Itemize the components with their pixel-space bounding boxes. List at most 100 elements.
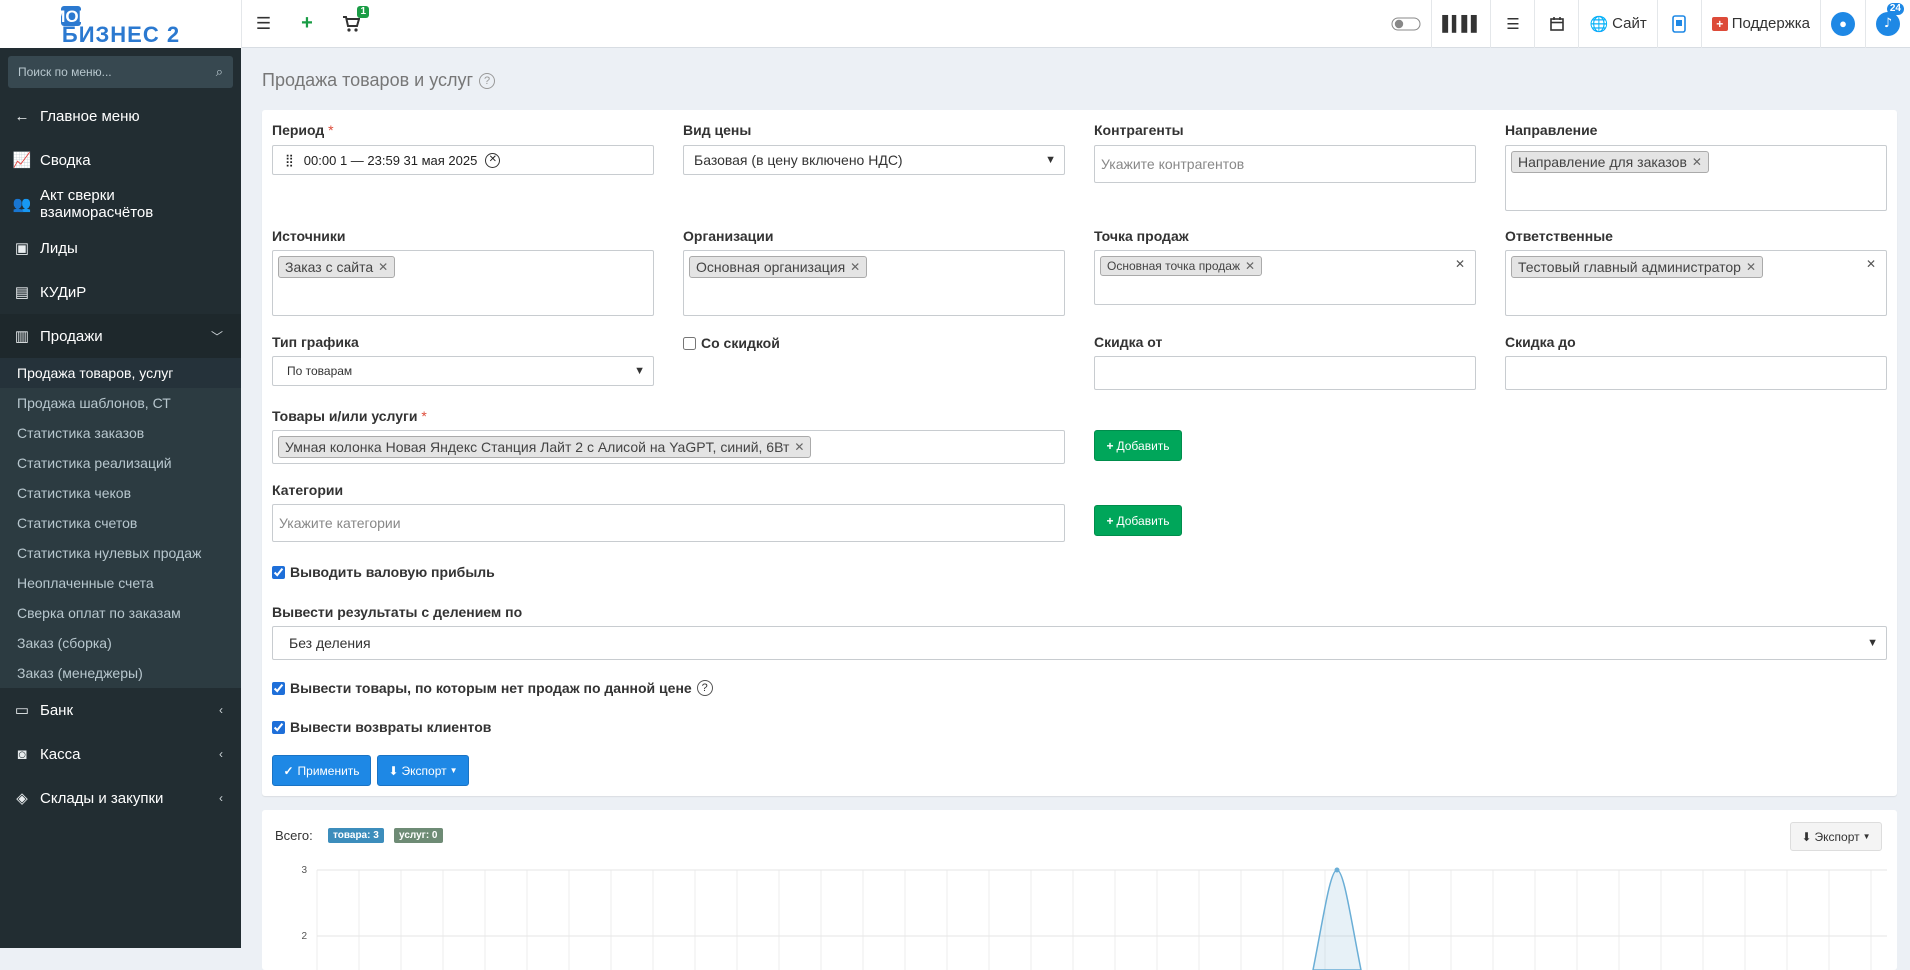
sidebar-item-warehouses[interactable]: ◈ Склады и закупки ‹	[0, 776, 241, 820]
remove-tag-icon[interactable]: ✕	[378, 260, 388, 274]
remove-tag-icon[interactable]: ✕	[1746, 260, 1756, 274]
submenu-item-receipt-stats[interactable]: Статистика чеков	[0, 478, 241, 508]
add-categories-button[interactable]: + Добавить	[1094, 505, 1182, 536]
split-label: Вывести результаты с делением по	[272, 604, 523, 620]
sources-tag: Заказ с сайта ✕	[278, 256, 396, 278]
remove-tag-icon[interactable]: ✕	[794, 440, 804, 454]
categories-input[interactable]: Укажите категории	[272, 504, 1065, 542]
point-tag: Основная точка продаж ✕	[1100, 256, 1263, 276]
returns-checkbox-input[interactable]	[272, 720, 285, 734]
period-field[interactable]: ⣿ 00:00 1 — 23:59 31 мая 2025 ✕	[272, 145, 654, 175]
add-categories-label: Добавить	[1116, 513, 1170, 528]
app-button[interactable]	[1656, 0, 1701, 48]
add-goods-button[interactable]: + Добавить	[1094, 430, 1182, 461]
barcode-button[interactable]: ▌▍▌▌	[1431, 0, 1490, 48]
sidebar-item-sales[interactable]: ▥ Продажи ﹀	[0, 314, 241, 358]
responsible-input[interactable]: Тестовый главный администратор ✕ ✕	[1505, 250, 1887, 316]
add-button[interactable]: +	[285, 0, 329, 48]
site-button[interactable]: 🌐 Сайт	[1578, 0, 1656, 48]
chart-type-select[interactable]: По товарам ▼	[272, 356, 654, 386]
gross-profit-label: Выводить валовую прибыль	[290, 564, 495, 580]
price-type-label: Вид цены	[683, 122, 752, 138]
submenu-item-template-sales[interactable]: Продажа шаблонов, СТ	[0, 388, 241, 418]
submenu-item-goods-sales[interactable]: Продажа товаров, услуг	[0, 358, 241, 388]
submenu-item-payment-reconciliation[interactable]: Сверка оплат по заказам	[0, 598, 241, 628]
plus-icon: +	[1106, 513, 1114, 528]
chevron-down-icon: ﹀	[210, 329, 223, 344]
sidebar-item-reconciliation[interactable]: 👥 Акт сверки взаиморасчётов	[0, 182, 241, 226]
counterparties-input[interactable]: Укажите контрагентов	[1094, 145, 1476, 183]
discount-checkbox[interactable]: Со скидкой	[683, 335, 780, 351]
calendar-button[interactable]	[1534, 0, 1578, 48]
services-count-badge: услуг: 0	[394, 828, 443, 843]
submenu-item-unpaid-invoices[interactable]: Неоплаченные счета	[0, 568, 241, 598]
discount-from-input[interactable]	[1094, 356, 1476, 390]
point-input[interactable]: Основная точка продаж ✕ ✕	[1094, 250, 1476, 305]
plus-icon: +	[301, 12, 313, 34]
chart-export-button[interactable]: ⬇ Экспорт ▼	[1790, 822, 1882, 851]
add-goods-label: Добавить	[1116, 438, 1170, 453]
sidebar-item-cash[interactable]: ◙ Касса ‹	[0, 732, 241, 776]
sidebar-item-kudir[interactable]: ▤ КУДиР	[0, 270, 241, 314]
submenu-item-invoice-stats[interactable]: Статистика счетов	[0, 508, 241, 538]
cart-button[interactable]: 1	[329, 0, 373, 48]
sidebar-search-input[interactable]	[18, 65, 188, 79]
user-button[interactable]: ●	[1820, 0, 1865, 48]
goods-input[interactable]: Умная колонка Новая Яндекс Станция Лайт …	[272, 430, 1065, 464]
remove-tag-icon[interactable]: ✕	[1692, 155, 1702, 169]
submenu-item-order-stats[interactable]: Статистика заказов	[0, 418, 241, 448]
remove-tag-icon[interactable]: ✕	[850, 260, 860, 274]
notifications-button[interactable]: ♪ 24	[1865, 0, 1910, 48]
sources-input[interactable]: Заказ с сайта ✕	[272, 250, 654, 316]
discount-checkbox-input[interactable]	[683, 336, 696, 350]
box-icon: ◈	[16, 790, 28, 807]
sidebar-item-label: Касса	[40, 745, 81, 763]
y-tick-label: 2	[301, 931, 307, 942]
help-icon[interactable]: ?	[696, 680, 713, 696]
submenu-item-zero-sales[interactable]: Статистика нулевых продаж	[0, 538, 241, 568]
submenu-item-realization-stats[interactable]: Статистика реализаций	[0, 448, 241, 478]
page-title: Продажа товаров и услуг ?	[262, 70, 496, 91]
split-select[interactable]: Без деления ▼	[272, 626, 1887, 660]
help-icon[interactable]: ?	[479, 72, 496, 89]
search-icon[interactable]: ⌕	[216, 64, 223, 80]
export-button[interactable]: ⬇ Экспорт ▼	[377, 755, 469, 786]
no-sales-label: Вывести товары, по которым нет продаж по…	[290, 680, 692, 696]
no-sales-checkbox-input[interactable]	[272, 681, 285, 695]
sidebar-item-summary[interactable]: 📈 Сводка	[0, 138, 241, 182]
clear-all-icon[interactable]: ✕	[1455, 257, 1465, 271]
list-button[interactable]: ☰	[1490, 0, 1534, 48]
sidebar-item-label: Склады и закупки	[40, 789, 164, 807]
caret-down-icon: ▼	[449, 766, 458, 775]
logo[interactable]: МОЙ БИЗНЕС 2	[0, 0, 241, 48]
sidebar-item-main-menu[interactable]: ← Главное меню	[0, 94, 241, 138]
direction-input[interactable]: Направление для заказов ✕	[1505, 145, 1887, 211]
data-point[interactable]	[1334, 867, 1340, 873]
credit-card-icon: ▭	[14, 702, 30, 719]
sidebar-item-leads[interactable]: ▣ Лиды	[0, 226, 241, 270]
clear-circle-icon[interactable]: ✕	[485, 152, 501, 168]
clear-all-icon[interactable]: ✕	[1866, 257, 1876, 271]
discount-to-input[interactable]	[1505, 356, 1887, 390]
apply-button[interactable]: ✓ Применить	[272, 755, 371, 786]
hamburger-icon: ☰	[255, 13, 272, 33]
returns-checkbox[interactable]: Вывести возвраты клиентов	[272, 719, 491, 735]
gross-profit-checkbox-input[interactable]	[272, 565, 285, 579]
submenu-item-order-assembly[interactable]: Заказ (сборка)	[0, 628, 241, 658]
goods-label: Товары и/или услуги *	[272, 408, 427, 424]
support-label: Поддержка	[1731, 15, 1810, 32]
theme-toggle[interactable]	[1381, 0, 1431, 48]
no-sales-checkbox[interactable]: Вывести товары, по которым нет продаж по…	[272, 680, 713, 696]
remove-tag-icon[interactable]: ✕	[1245, 259, 1255, 273]
price-type-select[interactable]: Базовая (в цену включено НДС) ▼	[683, 145, 1065, 175]
menu-toggle-button[interactable]: ☰	[241, 0, 285, 48]
orgs-input[interactable]: Основная организация ✕	[683, 250, 1065, 316]
support-button[interactable]: + Поддержка	[1700, 0, 1820, 48]
chart-type-value: По товарам	[287, 364, 353, 378]
chart-export-label: Экспорт	[1814, 829, 1860, 844]
submenu-item-order-managers[interactable]: Заказ (менеджеры)	[0, 658, 241, 688]
cart-badge: 1	[357, 5, 369, 18]
responsible-label: Ответственные	[1505, 228, 1613, 244]
sidebar-item-bank[interactable]: ▭ Банк ‹	[0, 688, 241, 732]
gross-profit-checkbox[interactable]: Выводить валовую прибыль	[272, 564, 495, 580]
